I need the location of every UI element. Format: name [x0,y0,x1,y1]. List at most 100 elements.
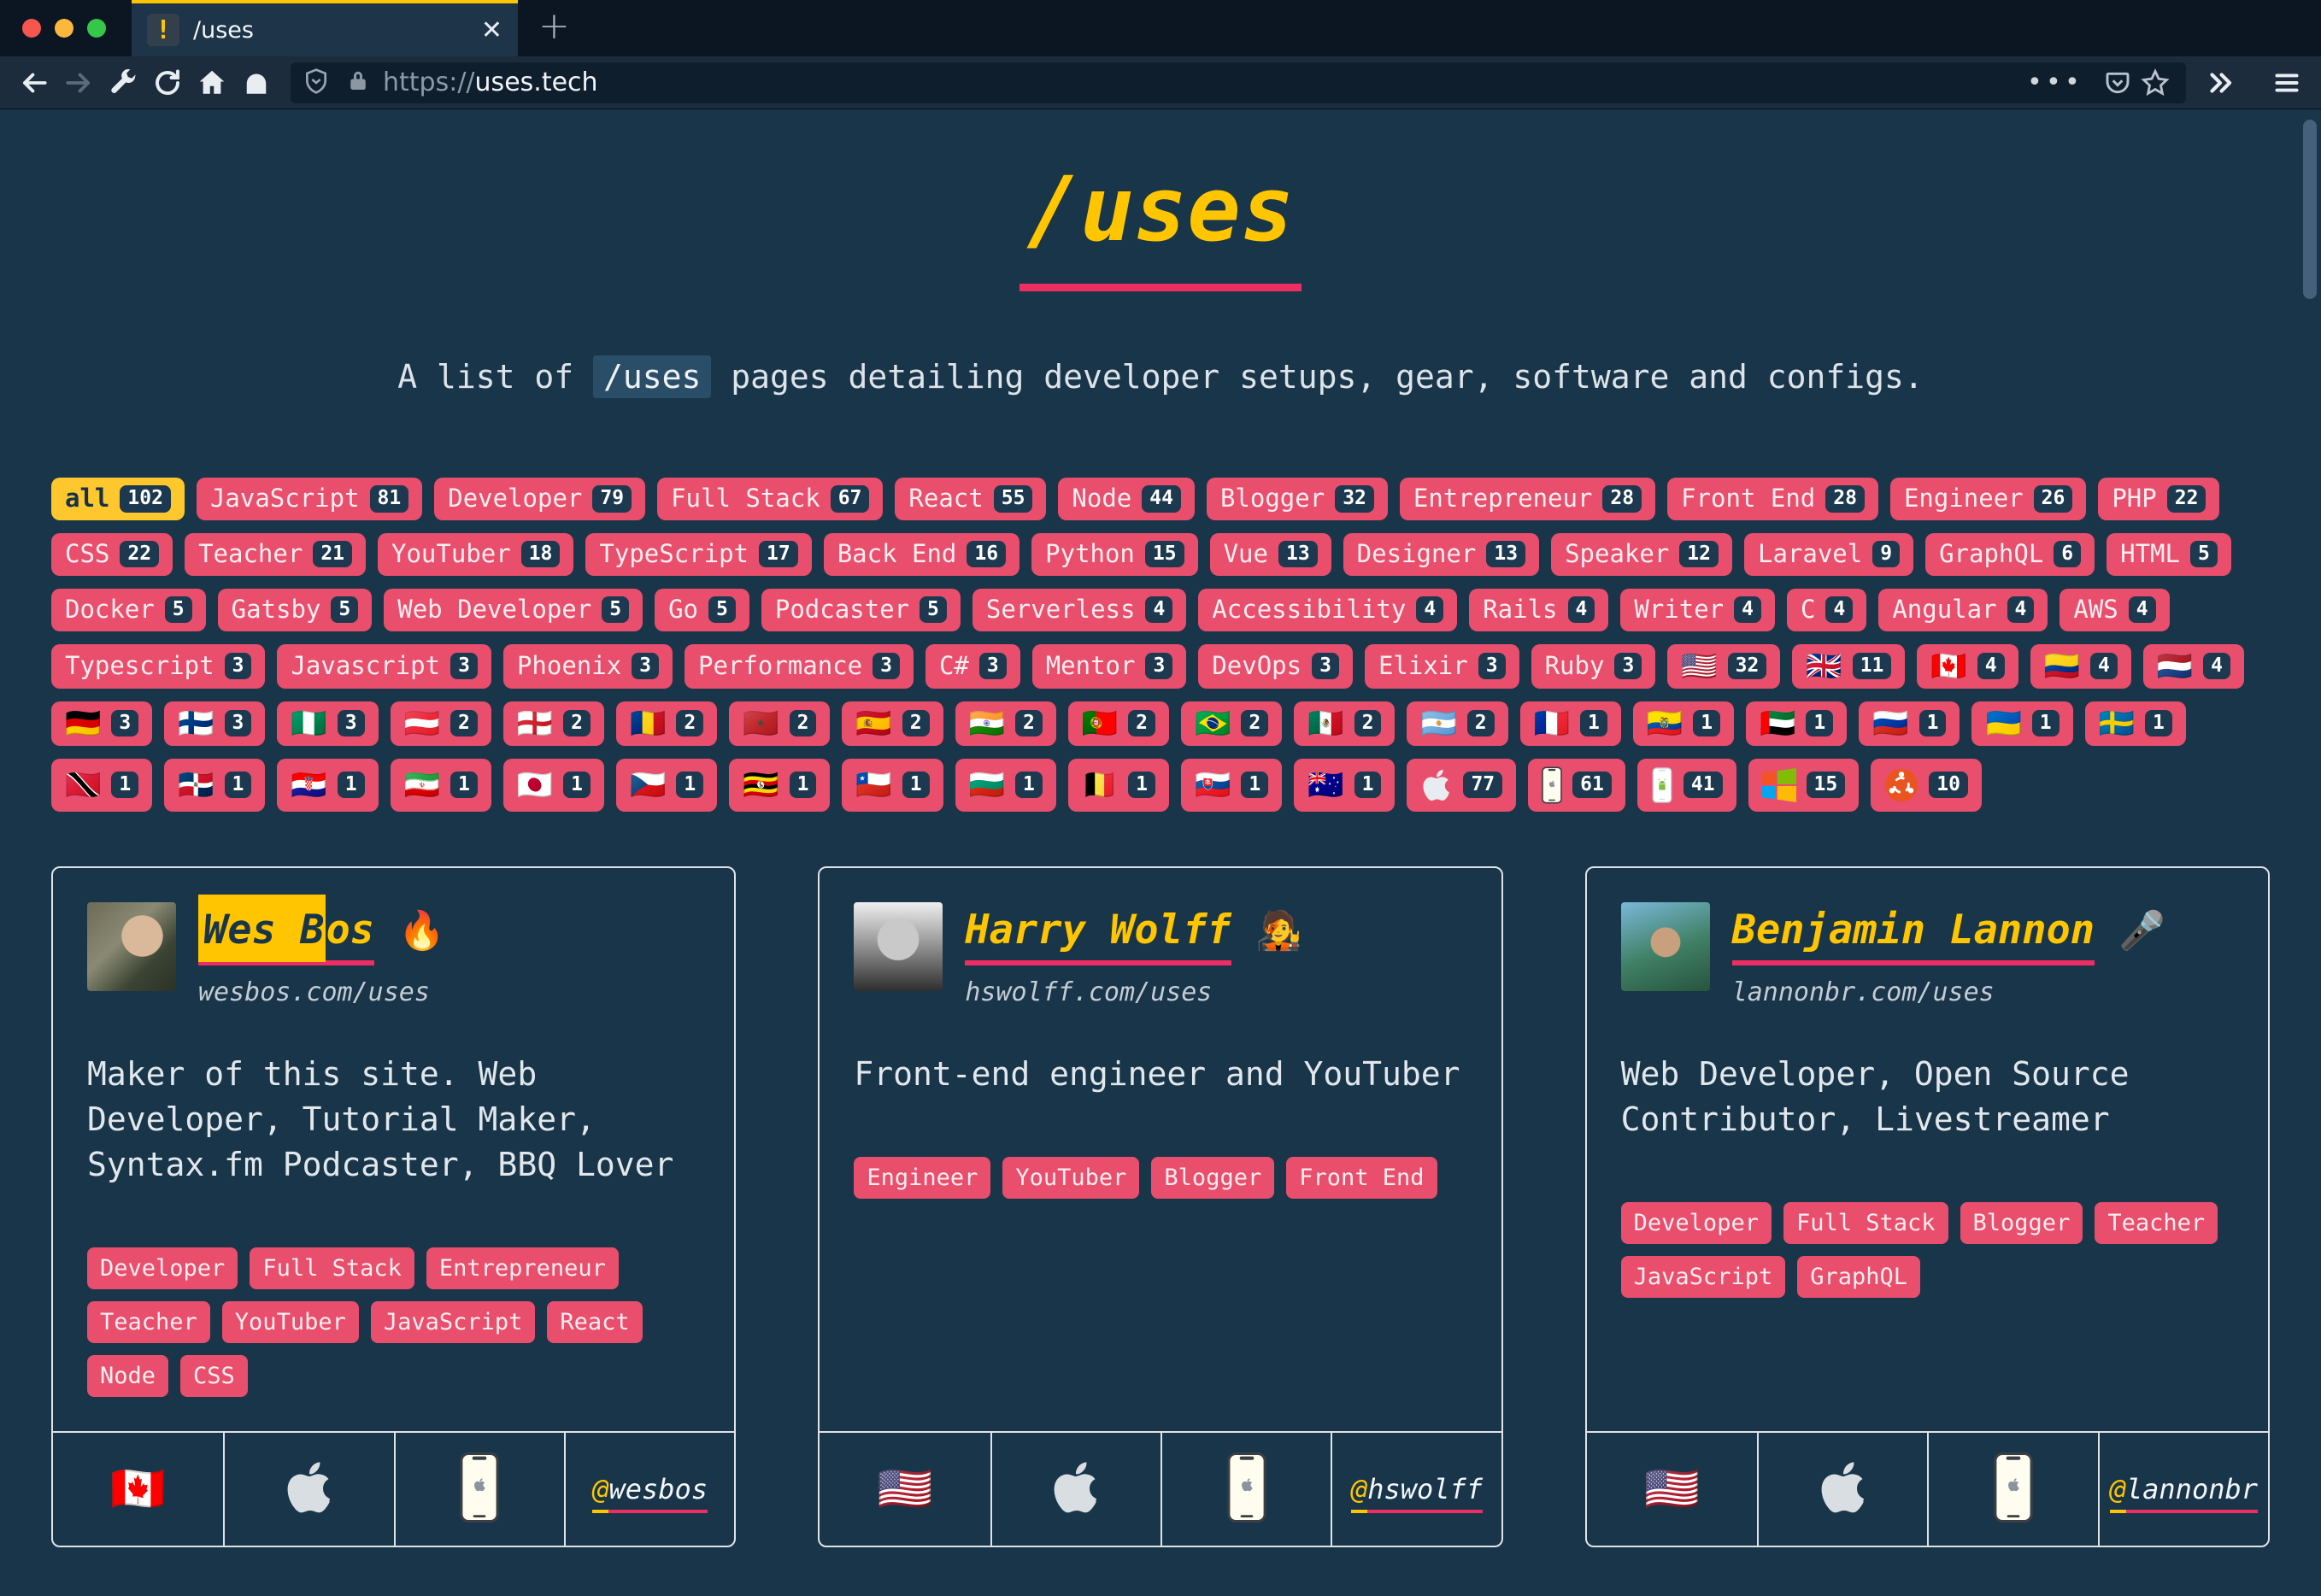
person-name-link[interactable]: Harry Wolff [965,907,1231,965]
filter-android[interactable]: 41 [1637,759,1736,812]
scrollbar-thumb[interactable] [2303,120,2317,299]
filter-flag-australia[interactable]: 🇦🇺1 [1294,759,1395,812]
filter-flag-iran[interactable]: 🇮🇷1 [391,759,491,812]
filter-typescript[interactable]: Typescript3 [51,644,265,689]
person-tag-developer[interactable]: Developer [1621,1202,1772,1244]
reload-button[interactable] [145,63,190,103]
filter-flag-netherlands[interactable]: 🇳🇱4 [2143,644,2244,689]
twitter-handle-link[interactable]: @lannonbr [2110,1473,2258,1505]
filter-all[interactable]: all102 [51,478,185,520]
minimize-window-button[interactable] [55,19,73,38]
tab-close-icon[interactable]: ✕ [481,15,502,45]
filter-flag-belgium[interactable]: 🇧🇪1 [1068,759,1169,812]
person-tag-node[interactable]: Node [87,1355,168,1397]
filter-python[interactable]: Python15 [1031,533,1197,576]
close-window-button[interactable] [22,19,41,38]
filter-html[interactable]: HTML5 [2107,533,2231,576]
filter-angular[interactable]: Angular4 [1878,589,2048,631]
filter-vue[interactable]: Vue13 [1210,533,1331,576]
filter-flag-france[interactable]: 🇫🇷1 [1520,701,1621,746]
filter-flag-morocco[interactable]: 🇲🇦2 [729,701,830,746]
person-tag-react[interactable]: React [547,1301,642,1343]
filter-windows[interactable]: 15 [1748,759,1860,812]
filter-full-stack[interactable]: Full Stack67 [657,478,883,520]
filter-flag-japan[interactable]: 🇯🇵1 [503,759,604,812]
filter-c[interactable]: C4 [1787,589,1866,631]
filter-flag-mexico[interactable]: 🇲🇽2 [1294,701,1395,746]
person-name-link[interactable]: Benjamin Lannon [1732,907,2095,965]
person-tag-engineer[interactable]: Engineer [854,1157,990,1199]
filter-ruby[interactable]: Ruby3 [1531,644,1656,689]
filter-flag-croatia[interactable]: 🇭🇷1 [277,759,378,812]
zoom-window-button[interactable] [87,19,106,38]
filter-podcaster[interactable]: Podcaster5 [761,589,961,631]
filter-performance[interactable]: Performance3 [685,644,914,689]
person-tag-blogger[interactable]: Blogger [1960,1202,2083,1244]
twitter-handle-link[interactable]: @wesbos [592,1473,708,1505]
filter-flag-brazil[interactable]: 🇧🇷2 [1181,701,1282,746]
person-tag-entrepreneur[interactable]: Entrepreneur [426,1247,619,1289]
filter-go[interactable]: Go5 [655,589,749,631]
filter-flag-russia[interactable]: 🇷🇺1 [1859,701,1960,746]
filter-developer[interactable]: Developer79 [434,478,645,520]
filter-flag-chile[interactable]: 🇨🇱1 [842,759,943,812]
url-text[interactable]: https://uses.tech [383,67,2027,97]
filter-flag-slovakia[interactable]: 🇸🇰1 [1181,759,1282,812]
person-tag-teacher[interactable]: Teacher [2095,1202,2218,1244]
filter-elixir[interactable]: Elixir3 [1365,644,1519,689]
filter-flag-argentina[interactable]: 🇦🇷2 [1407,701,1507,746]
filter-front-end[interactable]: Front End28 [1667,478,1878,520]
filter-flag-czechia[interactable]: 🇨🇿1 [616,759,717,812]
filter-node[interactable]: Node44 [1058,478,1195,520]
filter-typescript[interactable]: TypeScript17 [585,533,811,576]
filter-teacher[interactable]: Teacher21 [185,533,366,576]
filter-php[interactable]: PHP22 [2098,478,2219,520]
filter-flag-ecuador[interactable]: 🇪🇨1 [1633,701,1734,746]
filter-flag-colombia[interactable]: 🇨🇴4 [2030,644,2131,689]
filter-flag-germany[interactable]: 🇩🇪3 [51,701,152,746]
filter-flag-finland[interactable]: 🇫🇮3 [164,701,265,746]
filter-youtuber[interactable]: YouTuber18 [378,533,573,576]
filter-accessibility[interactable]: Accessibility4 [1198,589,1457,631]
filter-blogger[interactable]: Blogger32 [1207,478,1388,520]
filter-flag-portugal[interactable]: 🇵🇹2 [1068,701,1169,746]
filter-web-developer[interactable]: Web Developer5 [384,589,643,631]
filter-css[interactable]: CSS22 [51,533,173,576]
filter-mentor[interactable]: Mentor3 [1032,644,1187,689]
page-actions-icon[interactable]: ••• [2027,67,2083,97]
filter-flag-canada[interactable]: 🇨🇦4 [1917,644,2018,689]
hamburger-menu-icon[interactable] [2265,63,2309,103]
filter-entrepreneur[interactable]: Entrepreneur28 [1400,478,1655,520]
person-tag-full-stack[interactable]: Full Stack [1783,1202,1948,1244]
wrench-icon[interactable] [101,63,145,103]
shield-icon[interactable] [303,67,330,98]
filter-flag-united-kingdom[interactable]: 🇬🇧11 [1792,644,1905,689]
extension-icon[interactable] [234,63,279,103]
back-button[interactable] [12,63,56,103]
forward-button[interactable] [56,63,101,103]
person-tag-youtuber[interactable]: YouTuber [222,1301,359,1343]
filter-flag-uganda[interactable]: 🇺🇬1 [729,759,830,812]
person-name-link[interactable]: Wes Bos [198,907,374,965]
address-bar[interactable]: https://uses.tech ••• [291,62,2186,103]
filter-ubuntu[interactable]: 10 [1871,759,1982,812]
filter-c[interactable]: C#3 [925,644,1020,689]
filter-flag-trinidad-tobago[interactable]: 🇹🇹1 [51,759,152,812]
person-tag-blogger[interactable]: Blogger [1151,1157,1274,1199]
filter-flag-austria[interactable]: 🇦🇹2 [391,701,491,746]
filter-flag-ukraine[interactable]: 🇺🇦1 [1971,701,2072,746]
filter-laravel[interactable]: Laravel9 [1744,533,1913,576]
filter-flag-uae[interactable]: 🇦🇪1 [1746,701,1847,746]
filter-iphone[interactable]: 61 [1528,759,1625,812]
filter-serverless[interactable]: Serverless4 [972,589,1186,631]
filter-graphql[interactable]: GraphQL6 [1925,533,2095,576]
filter-phoenix[interactable]: Phoenix3 [503,644,673,689]
filter-writer[interactable]: Writer4 [1620,589,1775,631]
filter-javascript[interactable]: JavaScript81 [197,478,422,520]
filter-react[interactable]: React55 [895,478,1046,520]
filter-back-end[interactable]: Back End16 [824,533,1019,576]
person-tag-youtuber[interactable]: YouTuber [1002,1157,1139,1199]
filter-flag-sweden[interactable]: 🇸🇪1 [2085,701,2186,746]
person-tag-javascript[interactable]: JavaScript [371,1301,536,1343]
filter-flag-england[interactable]: 🏴󠁧󠁢󠁥󠁮󠁧󠁿2 [503,701,604,746]
